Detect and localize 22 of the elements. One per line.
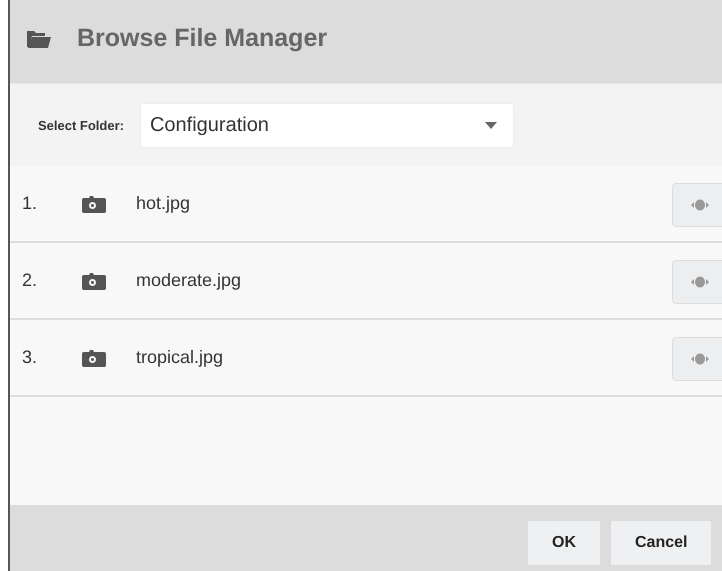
- row-number: 2.: [21, 270, 38, 291]
- preview-button[interactable]: [672, 183, 722, 227]
- folder-label: Select Folder:: [38, 118, 124, 132]
- preview-button[interactable]: [672, 337, 722, 381]
- caret-icon: [484, 122, 497, 128]
- row-number: 1.: [21, 193, 38, 214]
- file-name: tropical.jpg: [136, 347, 224, 368]
- file-row[interactable]: 3. tropical.jpg: [10, 320, 722, 397]
- folder-dropdown[interactable]: Configuration: [140, 102, 514, 148]
- ok-button[interactable]: OK: [527, 520, 601, 566]
- cancel-button[interactable]: Cancel: [610, 520, 712, 566]
- file-name: moderate.jpg: [136, 270, 242, 291]
- file-name: hot.jpg: [136, 193, 190, 214]
- preview-button[interactable]: [672, 260, 722, 304]
- camera-icon: [82, 194, 106, 212]
- dialog-title: Browse File Manager: [77, 24, 328, 53]
- file-row[interactable]: 1. hot.jpg: [10, 166, 722, 243]
- row-number: 3.: [21, 347, 38, 368]
- folder-icon: [27, 30, 51, 48]
- camera-icon: [82, 348, 106, 366]
- camera-icon: [82, 272, 106, 290]
- file-row[interactable]: 2. moderate.jpg: [10, 243, 722, 320]
